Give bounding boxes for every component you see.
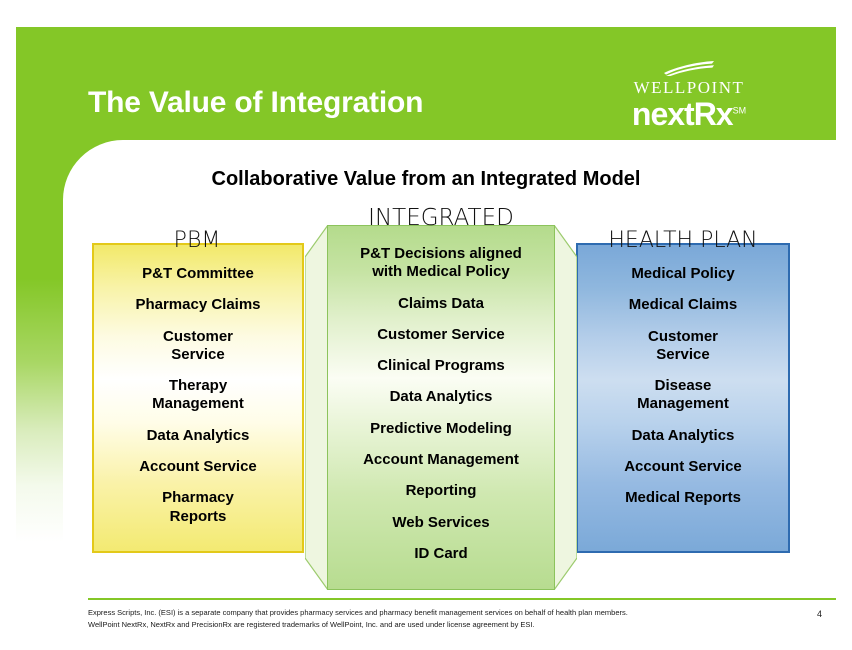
list-item: Reporting xyxy=(405,482,477,500)
integrated-column-header: INTEGRATED xyxy=(368,205,514,231)
list-item: Predictive Modeling xyxy=(370,419,512,437)
list-item: Account Service xyxy=(624,458,742,476)
footer-divider xyxy=(88,598,836,600)
footer-line-2: WellPoint NextRx, NextRx and PrecisionRx… xyxy=(88,619,535,629)
list-item: Data Analytics xyxy=(146,426,250,444)
integration-diagram: PBM P&T Committee Pharmacy Claims Customer… xyxy=(0,0,852,650)
pbm-column-items: P&T Committee Pharmacy Claims Customer Serv… xyxy=(92,265,304,539)
integrated-column-items: P&T Decisions aligned with Medical Policy… xyxy=(327,245,555,576)
list-item: Pharmacy Reports xyxy=(162,489,234,525)
list-item: Claims Data xyxy=(398,294,484,312)
pbm-column-header: PBM xyxy=(173,228,221,253)
list-item: P&T Decisions aligned with Medical Policy xyxy=(360,245,522,281)
list-item: Disease Management xyxy=(637,377,729,413)
footer-line-1: Express Scripts, Inc. (ESI) is a separat… xyxy=(88,608,628,617)
list-item: ID Card xyxy=(414,544,468,562)
list-item: P&T Committee xyxy=(142,265,254,282)
list-item: Customer Service xyxy=(647,327,718,363)
list-item: Data Analytics xyxy=(389,388,493,406)
list-item: Pharmacy Claims xyxy=(135,296,261,314)
page-number: 4 xyxy=(816,609,822,619)
slide: The Value of Integration WELLPOINT nextR… xyxy=(0,0,852,650)
footer-disclaimer: Express Scripts, Inc. (ESI) is a separat… xyxy=(88,607,788,630)
list-item: Customer Service xyxy=(377,325,505,343)
list-item: Therapy Management xyxy=(152,377,244,413)
list-item: Medical Reports xyxy=(625,489,741,507)
list-item: Medical Policy xyxy=(631,265,735,282)
list-item: Medical Claims xyxy=(628,296,738,314)
header-corner-notch xyxy=(63,140,123,200)
list-item: Customer Service xyxy=(162,327,233,363)
list-item: Clinical Programs xyxy=(377,357,505,375)
list-item: Account Service xyxy=(139,458,257,476)
list-item: Data Analytics xyxy=(631,426,735,444)
health-plan-column-items: Medical Policy Medical Claims Customer Serv… xyxy=(576,265,790,521)
health-plan-column-header: HEALTH PLAN xyxy=(608,228,758,253)
list-item: Account Management xyxy=(363,451,519,469)
list-item: Web Services xyxy=(392,513,490,531)
